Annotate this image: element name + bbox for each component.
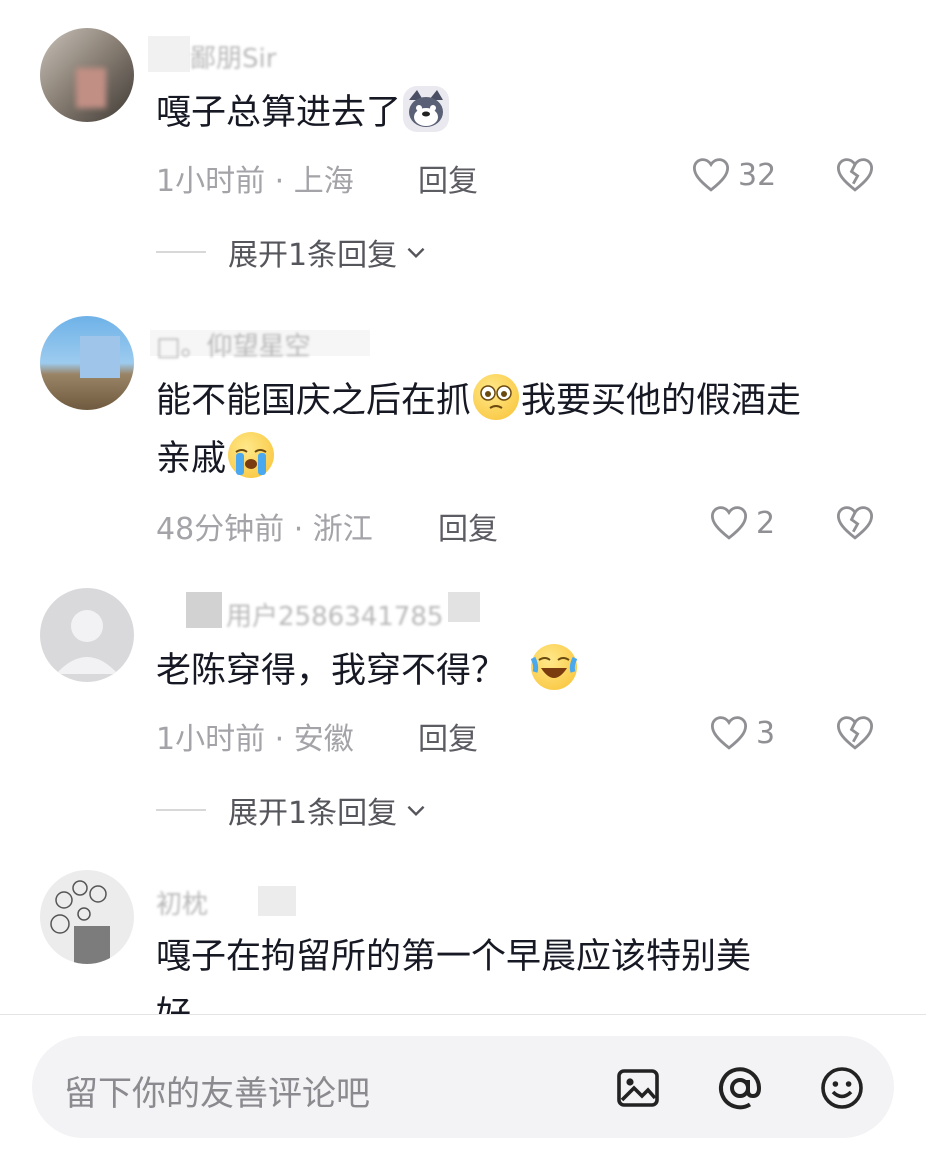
at-icon[interactable] (716, 1064, 764, 1112)
reply-button[interactable]: 回复 (418, 156, 478, 200)
chevron-down-icon (407, 247, 425, 259)
broken-heart-icon[interactable] (834, 154, 876, 196)
smiley-icon[interactable] (818, 1064, 866, 1112)
image-icon[interactable] (614, 1064, 662, 1112)
heart-icon (710, 716, 748, 750)
like-count: 3 (756, 715, 776, 751)
comment-text-content: 嘎子总算进去了 (156, 93, 402, 133)
comment-text-content: 老陈穿得，我穿不得？ (156, 651, 507, 691)
comment-text: 老陈穿得，我穿不得？ (156, 642, 876, 700)
comment-input-placeholder[interactable]: 留下你的友善评论吧 (64, 1066, 370, 1115)
divider-line (156, 251, 206, 253)
comment-meta: 1小时前 · 上海 (156, 164, 354, 199)
flushed-face-emoji-icon (473, 374, 520, 420)
crying-face-emoji-icon (228, 432, 275, 478)
avatar[interactable] (40, 588, 134, 682)
avatar[interactable] (40, 316, 134, 410)
comment-text-line: 亲戚 (156, 439, 227, 479)
like-count: 32 (738, 157, 777, 193)
like-count: 2 (756, 505, 776, 541)
comment-meta: 1小时前 · 安徽 (156, 722, 354, 757)
broken-heart-icon[interactable] (834, 502, 876, 544)
comment-text-line: 嘎子在拘留所的第一个早晨应该特别美 (156, 937, 752, 977)
comment-text: 嘎子总算进去了 (156, 84, 876, 142)
expand-label: 展开1条回复 (228, 238, 398, 273)
comment-meta: 48分钟前 · 浙江 (156, 512, 373, 547)
comment-text-line: 我要买他的假酒走 (521, 381, 802, 421)
comment-text: 能不能国庆之后在抓 我要买他的假酒走 亲戚 (156, 372, 876, 488)
comment-text: 嘎子在拘留所的第一个早晨应该特别美 好 (156, 928, 876, 1014)
username[interactable]: 用户2586341785 (226, 596, 443, 633)
reply-button[interactable]: 回复 (438, 504, 498, 548)
comment-input-bar[interactable]: 留下你的友善评论吧 (32, 1036, 894, 1138)
doge-emoji-icon (403, 86, 450, 132)
chevron-down-icon (407, 805, 425, 817)
like-button[interactable]: 3 (708, 712, 775, 754)
reply-button[interactable]: 回复 (418, 714, 478, 758)
bottom-divider (0, 1014, 926, 1015)
username[interactable]: □。仰望星空 (156, 326, 311, 363)
expand-label: 展开1条回复 (228, 796, 398, 831)
like-button[interactable]: 32 (690, 154, 776, 196)
laughing-tears-emoji-icon (530, 644, 578, 690)
expand-replies-button[interactable]: 展开1条回复 (156, 788, 429, 832)
username[interactable]: 鄙朋Sir (190, 38, 276, 75)
avatar[interactable] (40, 28, 134, 122)
comment-text-line: 好 (156, 995, 191, 1014)
like-button[interactable]: 2 (708, 502, 775, 544)
broken-heart-icon[interactable] (834, 712, 876, 754)
heart-icon (692, 158, 730, 192)
comment-clip: 嘎子在拘留所的第一个早晨应该特别美 好 (0, 900, 926, 1014)
comment-text-line: 能不能国庆之后在抓 (156, 381, 472, 421)
heart-icon (710, 506, 748, 540)
expand-replies-button[interactable]: 展开1条回复 (156, 230, 429, 274)
divider-line (156, 809, 206, 811)
